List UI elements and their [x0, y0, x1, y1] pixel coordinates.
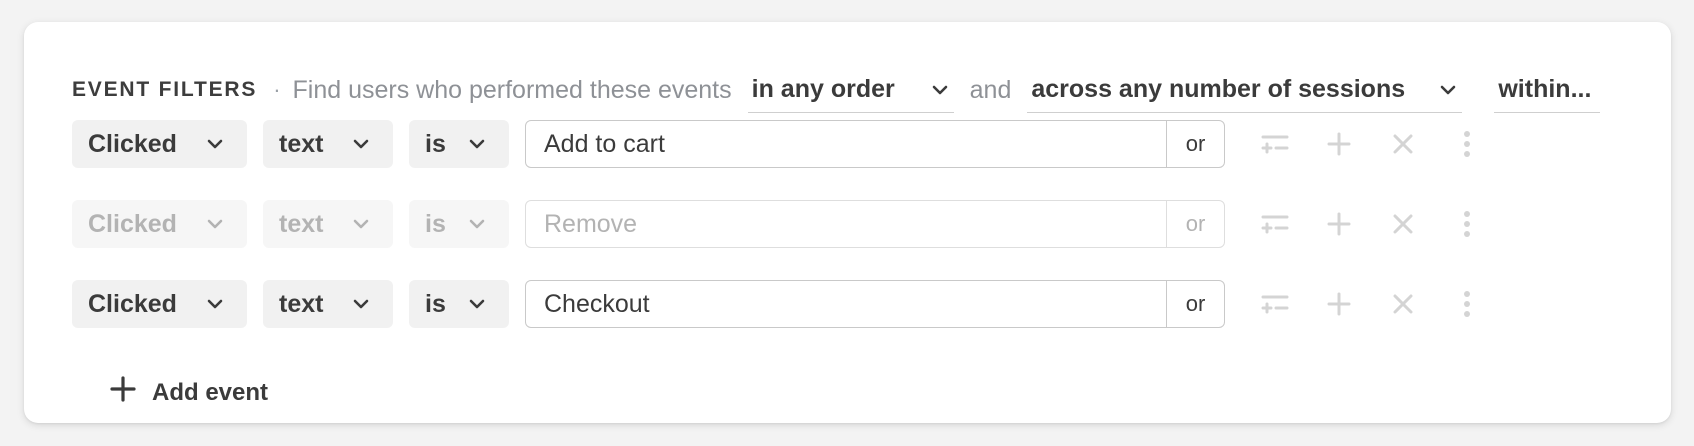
- property-select[interactable]: text: [263, 280, 393, 328]
- operator-select-value: is: [425, 209, 446, 238]
- close-icon[interactable]: [1383, 204, 1423, 244]
- add-event-button[interactable]: Add event: [110, 376, 268, 409]
- chevron-down-icon: [205, 214, 225, 234]
- event-select[interactable]: Clicked: [72, 280, 247, 328]
- add-filter-icon[interactable]: [1255, 124, 1295, 164]
- sessions-select[interactable]: across any number of sessions: [1027, 67, 1463, 113]
- title-separator: ·: [273, 77, 281, 102]
- event-filter-row-disabled: Clicked text is Remove or: [72, 200, 1511, 248]
- event-filters-header: EVENT FILTERS · Find users who performed…: [72, 62, 1601, 118]
- or-button[interactable]: or: [1166, 121, 1224, 167]
- add-event-label: Add event: [152, 378, 269, 406]
- section-title: EVENT FILTERS: [72, 78, 258, 101]
- filter-description: Find users who performed these events: [292, 75, 732, 104]
- order-select-value: in any order: [751, 75, 895, 103]
- plus-icon[interactable]: [1319, 284, 1359, 324]
- value-input[interactable]: Add to cart: [526, 121, 1166, 167]
- event-select[interactable]: Clicked: [72, 200, 247, 248]
- within-select-value: within...: [1498, 75, 1592, 103]
- operator-select[interactable]: is: [409, 280, 509, 328]
- event-select[interactable]: Clicked: [72, 120, 247, 168]
- value-input[interactable]: Remove: [526, 201, 1166, 247]
- value-field: Checkout or: [525, 280, 1225, 328]
- event-select-value: Clicked: [88, 289, 177, 318]
- value-field: Add to cart or: [525, 120, 1225, 168]
- chevron-down-icon: [467, 294, 487, 314]
- operator-select[interactable]: is: [409, 200, 509, 248]
- event-select-value: Clicked: [88, 209, 177, 238]
- event-select-value: Clicked: [88, 129, 177, 158]
- row-actions: [1255, 284, 1511, 324]
- event-filter-row: Clicked text is Checkout or: [72, 280, 1511, 328]
- property-select[interactable]: text: [263, 120, 393, 168]
- chevron-down-icon: [467, 134, 487, 154]
- event-filters-card: EVENT FILTERS · Find users who performed…: [24, 22, 1671, 423]
- or-button[interactable]: or: [1166, 201, 1224, 247]
- property-select-value: text: [279, 209, 324, 238]
- order-select[interactable]: in any order: [747, 67, 954, 113]
- chevron-down-icon: [467, 214, 487, 234]
- sessions-select-value: across any number of sessions: [1031, 75, 1406, 103]
- chevron-down-icon: [930, 80, 950, 100]
- close-icon[interactable]: [1383, 124, 1423, 164]
- more-vertical-icon[interactable]: [1447, 284, 1487, 324]
- plus-icon: [110, 376, 136, 409]
- add-filter-icon[interactable]: [1255, 284, 1295, 324]
- operator-select-value: is: [425, 289, 446, 318]
- property-select-value: text: [279, 129, 324, 158]
- row-actions: [1255, 204, 1511, 244]
- add-filter-icon[interactable]: [1255, 204, 1295, 244]
- property-select-value: text: [279, 289, 324, 318]
- within-select[interactable]: within...: [1494, 67, 1601, 113]
- chevron-down-icon: [351, 214, 371, 234]
- conjunction-label: and: [969, 75, 1012, 104]
- chevron-down-icon: [205, 294, 225, 314]
- chevron-down-icon: [351, 294, 371, 314]
- more-vertical-icon[interactable]: [1447, 204, 1487, 244]
- plus-icon[interactable]: [1319, 204, 1359, 244]
- row-actions: [1255, 124, 1511, 164]
- or-button[interactable]: or: [1166, 281, 1224, 327]
- chevron-down-icon: [1438, 80, 1458, 100]
- plus-icon[interactable]: [1319, 124, 1359, 164]
- value-input[interactable]: Checkout: [526, 281, 1166, 327]
- operator-select[interactable]: is: [409, 120, 509, 168]
- operator-select-value: is: [425, 129, 446, 158]
- more-vertical-icon[interactable]: [1447, 124, 1487, 164]
- value-field: Remove or: [525, 200, 1225, 248]
- chevron-down-icon: [351, 134, 371, 154]
- property-select[interactable]: text: [263, 200, 393, 248]
- close-icon[interactable]: [1383, 284, 1423, 324]
- event-filter-row: Clicked text is Add to cart or: [72, 120, 1511, 168]
- chevron-down-icon: [205, 134, 225, 154]
